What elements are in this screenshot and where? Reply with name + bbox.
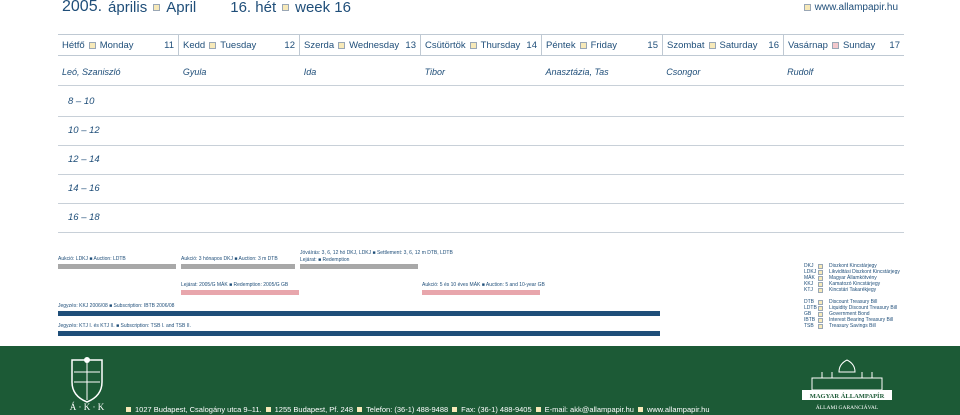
square-bullet-icon [818, 305, 823, 311]
square-bullet-icon [126, 407, 131, 412]
square-bullet-icon [153, 3, 161, 11]
nameday: Csongor [666, 67, 701, 77]
right-logo-line1: MAGYAR ÁLLAMPAPÍR [810, 392, 885, 400]
square-bullet-icon [469, 41, 477, 49]
timeslot-row[interactable]: 10 – 12 [58, 117, 904, 146]
day-sunday: Vasárnap Sunday 17 [788, 39, 900, 51]
event-bar-redemption-2005g [181, 290, 299, 295]
square-bullet-icon [708, 41, 716, 49]
square-bullet-icon [818, 287, 823, 293]
legend: DKJ Diszkont Kincstárjegy LDKJ Likviditási… [804, 263, 954, 329]
footer-contact: 1027 Budapest, Csalogány utca 9–11. 1255… [126, 405, 710, 414]
month-en: April [166, 0, 197, 16]
nameday: Gyula [182, 67, 207, 77]
day-tuesday: Kedd Tuesday 12 [179, 35, 300, 55]
event-auction-ldkj: Aukció: LDKJ ■ Auction: LDTB [58, 256, 126, 262]
event-redemption: Lejárat: ■ Redemption [300, 257, 350, 263]
nameday: Tibor [424, 67, 446, 77]
timeslot-label: 8 – 10 [68, 96, 95, 107]
square-bullet-icon [818, 299, 823, 305]
year: 2005. [62, 0, 103, 15]
square-bullet-icon [818, 323, 823, 329]
footer-fax: Fax: (36-1) 488-9405 [461, 405, 532, 414]
event-settlement: Jóváírás: 3, 6, 12 hó DKJ, LDKJ ■ Settle… [300, 250, 453, 256]
event-subscription-kkj: Jegyzés: KKJ 2006/08 ■ Subscription: IBT… [58, 303, 175, 309]
footer-phone: Telefon: (36-1) 488-9488 [366, 405, 449, 414]
timeslot-label: 14 – 16 [68, 183, 100, 194]
day-wednesday: Szerda Wednesday 13 [300, 35, 421, 55]
square-bullet-icon [452, 407, 458, 412]
event-auction-5-10: Aukció: 5 és 10 éves MÁK ■ Auction: 5 an… [422, 282, 545, 288]
event-subscription-ktj: Jegyzés: KTJ I. és KTJ II. ■ Subscriptio… [58, 323, 191, 329]
day-thursday: Csütörtök Thursday 14 [421, 35, 542, 55]
square-bullet-icon [338, 41, 346, 49]
event-bar-subscription-kkj [58, 311, 660, 316]
footer-postal: 1255 Budapest, Pf. 248 [274, 405, 354, 414]
nameday-row: Leó, Szaniszló Gyula Ida Tibor Anasztázi… [58, 58, 904, 86]
footer-address: 1027 Budapest, Csalogány utca 9–11. [135, 405, 262, 414]
event-bar-auction-5-10 [422, 290, 540, 295]
day-saturday: Szombat Saturday 16 [663, 35, 784, 55]
website-header[interactable]: www.allampapir.hu [803, 2, 898, 13]
square-bullet-icon [357, 407, 363, 412]
square-bullet-icon [579, 41, 587, 49]
square-bullet-icon [265, 407, 271, 412]
weekday-row: Hétfő Monday 11 Kedd Tuesday 12 Szerda Wednes… [58, 34, 904, 56]
nameday: Leó, Szaniszló [62, 67, 121, 77]
square-bullet-icon [282, 3, 290, 11]
square-bullet-icon [818, 263, 823, 269]
event-bar-auction-ldkj [58, 264, 176, 269]
footer-website-link[interactable]: www.allampapir.hu [647, 405, 710, 414]
square-bullet-icon [818, 317, 823, 323]
square-bullet-icon [209, 41, 217, 49]
footer-email-link[interactable]: E-mail: akk@allampapir.hu [545, 405, 634, 414]
timeslot-row[interactable]: 12 – 14 [58, 146, 904, 175]
square-bullet-icon [818, 275, 823, 281]
day-monday: Hétfő Monday 11 [58, 35, 179, 55]
calendar-header: 2005. április April 16. hét week 16 www.… [0, 0, 960, 18]
timeslot-row[interactable]: 8 – 10 [58, 88, 904, 117]
week-hu: 16. hét [230, 0, 277, 16]
square-bullet-icon [831, 41, 839, 49]
timeslot-label: 16 – 18 [68, 212, 100, 223]
date-title: 2005. április April 16. hét week 16 [62, 0, 351, 16]
nameday: Anasztázia, Tas [545, 67, 609, 77]
legend-item: TSB Treasury Savings Bill [804, 323, 876, 329]
timeslot-row[interactable]: 16 – 18 [58, 204, 904, 233]
timeslot-label: 12 – 14 [68, 154, 100, 165]
month-hu: április [108, 0, 148, 16]
akk-logo-text: Á · K · K [70, 402, 105, 412]
event-bar-settlement [300, 264, 418, 269]
week-en: week 16 [295, 0, 351, 16]
square-bullet-icon [803, 4, 811, 11]
square-bullet-icon [535, 407, 541, 412]
timeslot-row[interactable]: 14 – 16 [58, 175, 904, 204]
square-bullet-icon [818, 311, 823, 317]
nameday: Ida [303, 67, 317, 77]
magyar-allampapir-logo-icon: MAGYAR ÁLLAMPAPÍR ÁLLAMI GARANCIÁVAL [802, 359, 892, 411]
square-bullet-icon [818, 269, 823, 275]
event-redemption-2005g: Lejárat: 2005/G MÁK ■ Redemption: 2005/G… [181, 282, 289, 288]
event-bar-subscription-ktj [58, 331, 660, 336]
timeslot-label: 10 – 12 [68, 125, 100, 136]
square-bullet-icon [818, 281, 823, 287]
event-auction-3m: Aukció: 3 hónapos DKJ ■ Auction: 3 m DTB [181, 256, 278, 262]
square-bullet-icon [637, 407, 643, 412]
event-bar-auction-3m [181, 264, 295, 269]
nameday: Rudolf [787, 67, 814, 77]
website-link[interactable]: www.allampapir.hu [815, 2, 898, 13]
day-friday: Péntek Friday 15 [542, 35, 663, 55]
square-bullet-icon [88, 41, 96, 49]
right-logo-line2: ÁLLAMI GARANCIÁVAL [816, 403, 879, 411]
akk-coat-of-arms-icon: Á · K · K [70, 357, 105, 412]
